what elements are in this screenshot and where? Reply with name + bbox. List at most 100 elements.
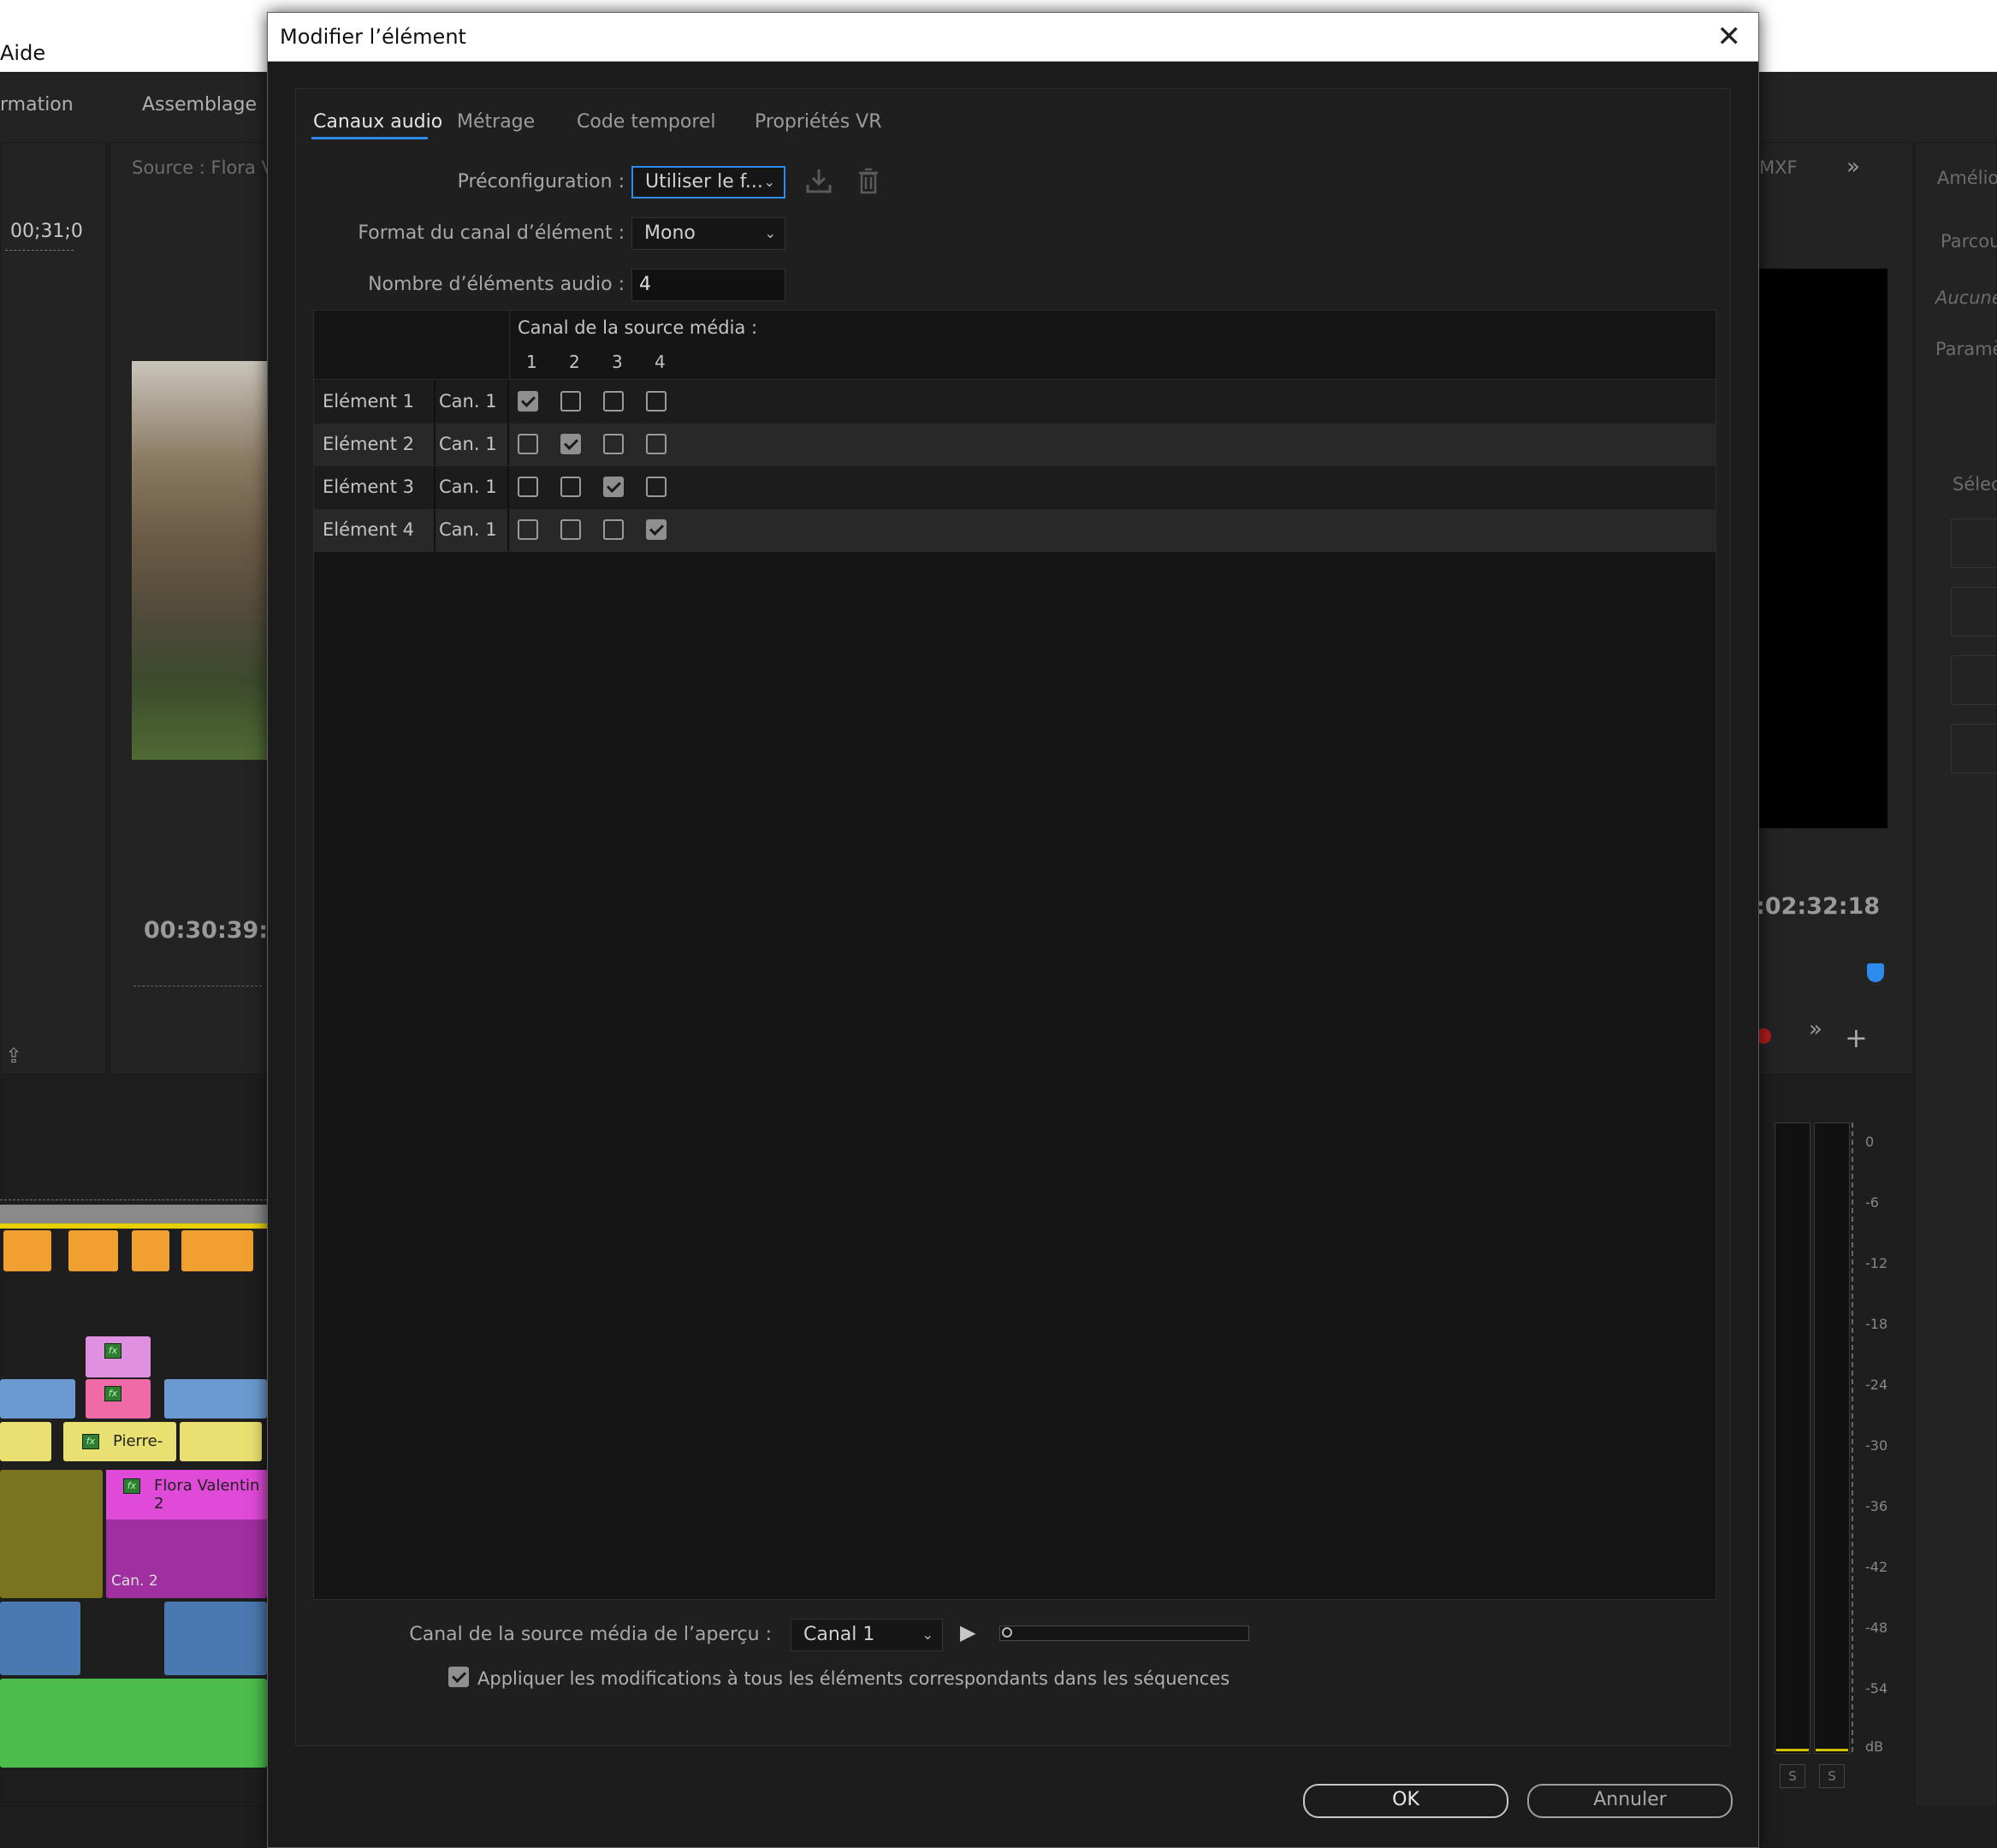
timeline-clip[interactable] bbox=[68, 1230, 118, 1271]
source-ruler bbox=[133, 970, 262, 986]
right-panel-tab[interactable]: Amélio bbox=[1937, 168, 1997, 188]
channel-checkbox[interactable] bbox=[646, 519, 667, 540]
ok-button[interactable]: OK bbox=[1303, 1784, 1508, 1818]
meter-scale-label: -54 bbox=[1865, 1680, 1888, 1697]
audio-clip[interactable] bbox=[164, 1602, 267, 1675]
channel-checkbox[interactable] bbox=[518, 434, 538, 454]
audio-clip-green[interactable] bbox=[0, 1679, 267, 1768]
clip-label: Pierre- bbox=[113, 1432, 163, 1450]
workspace-tab-assemblage[interactable]: Assemblage bbox=[142, 94, 257, 116]
meter-scale-label: -24 bbox=[1865, 1377, 1888, 1393]
save-preset-icon[interactable] bbox=[804, 166, 833, 195]
close-icon[interactable]: ✕ bbox=[1717, 20, 1742, 54]
table-row: Elément 4 Can. 1 bbox=[314, 509, 1716, 552]
right-panel-button[interactable] bbox=[1951, 518, 1997, 568]
solo-button-left[interactable]: S bbox=[1780, 1764, 1805, 1788]
export-icon[interactable]: ⇪ bbox=[5, 1044, 22, 1068]
tab-timecode[interactable]: Code temporel bbox=[577, 111, 716, 133]
channel-checkbox[interactable] bbox=[518, 477, 538, 497]
channel-checkbox[interactable] bbox=[603, 434, 624, 454]
project-panel bbox=[0, 142, 106, 1075]
delete-preset-icon[interactable] bbox=[854, 166, 883, 195]
meter-scale-label: -30 bbox=[1865, 1437, 1888, 1454]
render-bar bbox=[0, 1223, 267, 1229]
audio-clip[interactable] bbox=[0, 1470, 103, 1598]
audio-count-input[interactable]: 4 bbox=[631, 269, 785, 301]
channel-checkbox[interactable] bbox=[560, 391, 581, 412]
channel-number: 2 bbox=[569, 352, 580, 372]
channel-checkbox[interactable] bbox=[646, 477, 667, 497]
audio-clip[interactable] bbox=[0, 1602, 80, 1675]
channel-checkbox[interactable] bbox=[646, 434, 667, 454]
channel-checkbox[interactable] bbox=[518, 391, 538, 412]
element-channel: Can. 1 bbox=[429, 466, 509, 508]
channel-number: 1 bbox=[526, 352, 537, 372]
preset-dropdown[interactable]: Utiliser le f... ⌄ bbox=[631, 166, 785, 198]
channel-format-value: Mono bbox=[644, 222, 696, 244]
preview-scrubber[interactable] bbox=[999, 1626, 1249, 1641]
audio-meter-left bbox=[1775, 1122, 1810, 1754]
timeline-clip[interactable] bbox=[181, 1230, 253, 1271]
add-button-icon[interactable]: + bbox=[1845, 1022, 1868, 1054]
source-channel-header: Canal de la source média : bbox=[518, 317, 758, 338]
channel-checkbox[interactable] bbox=[603, 519, 624, 540]
fx-icon: fx bbox=[104, 1343, 121, 1359]
fx-icon: fx bbox=[82, 1434, 99, 1449]
tab-vr-properties[interactable]: Propriétés VR bbox=[755, 111, 882, 133]
right-panel-params: Paramè bbox=[1935, 339, 1997, 359]
program-video-frame bbox=[1759, 269, 1887, 828]
right-panel-button[interactable] bbox=[1951, 655, 1997, 705]
tab-audio-channels[interactable]: Canaux audio bbox=[313, 111, 442, 133]
play-icon[interactable]: ▶ bbox=[960, 1620, 975, 1644]
chevron-down-icon: ⌄ bbox=[764, 225, 776, 241]
scrubber-handle[interactable] bbox=[1002, 1627, 1012, 1638]
preset-label: Préconfiguration : bbox=[457, 171, 625, 192]
panel-overflow-icon[interactable]: » bbox=[1846, 154, 1860, 180]
solo-button-right[interactable]: S bbox=[1819, 1764, 1845, 1788]
channel-checkbox[interactable] bbox=[518, 519, 538, 540]
timeline-clip[interactable] bbox=[180, 1422, 262, 1461]
more-controls-icon[interactable]: » bbox=[1809, 1016, 1822, 1042]
channel-format-dropdown[interactable]: Mono ⌄ bbox=[631, 217, 785, 250]
timeline-clip-pierre[interactable]: fx Pierre- bbox=[63, 1422, 176, 1461]
channel-checkbox[interactable] bbox=[603, 391, 624, 412]
meter-scale-label: 0 bbox=[1865, 1134, 1875, 1150]
active-tab-indicator bbox=[311, 137, 428, 139]
source-timecode: 00:30:39:0 bbox=[144, 917, 284, 944]
menu-help[interactable]: Aide bbox=[0, 41, 45, 65]
meter-scale-label: -48 bbox=[1865, 1620, 1888, 1636]
audio-count-label: Nombre d’éléments audio : bbox=[368, 274, 625, 295]
preview-channel-dropdown[interactable]: Canal 1 ⌄ bbox=[791, 1619, 943, 1651]
right-panel-button[interactable] bbox=[1951, 587, 1997, 637]
timeline-clip[interactable] bbox=[132, 1230, 169, 1271]
essential-sound-panel bbox=[1915, 142, 1997, 1807]
element-channel: Can. 1 bbox=[429, 509, 509, 551]
channel-checkbox[interactable] bbox=[560, 519, 581, 540]
channel-checkbox[interactable] bbox=[603, 477, 624, 497]
timeline-clip[interactable] bbox=[3, 1230, 51, 1271]
modify-clip-dialog: Modifier l’élément ✕ Canaux audio Métrag… bbox=[267, 12, 1759, 1848]
apply-all-checkbox[interactable] bbox=[448, 1667, 469, 1687]
channel-checkbox[interactable] bbox=[646, 391, 667, 412]
audio-clip-flora[interactable]: fx Flora Valentin 2 Can. 2 bbox=[106, 1470, 267, 1598]
meter-scale-label: -36 bbox=[1865, 1498, 1888, 1514]
timeline-clip[interactable] bbox=[164, 1379, 267, 1419]
timeline-clip[interactable] bbox=[0, 1379, 75, 1419]
workspace-tab-formation[interactable]: rmation bbox=[0, 94, 74, 116]
right-panel-button[interactable] bbox=[1951, 724, 1997, 773]
right-panel-label: Parcou bbox=[1941, 231, 1997, 252]
table-row: Elément 2 Can. 1 bbox=[314, 424, 1716, 466]
cancel-button[interactable]: Annuler bbox=[1527, 1784, 1733, 1818]
tab-metrage[interactable]: Métrage bbox=[457, 111, 535, 133]
element-name: Elément 2 bbox=[314, 424, 436, 465]
timeline-clip[interactable]: fx bbox=[86, 1336, 151, 1377]
timeline-clip[interactable]: fx bbox=[86, 1379, 151, 1419]
apply-all-label: Appliquer les modifications à tous les é… bbox=[477, 1668, 1230, 1689]
channel-checkbox[interactable] bbox=[560, 434, 581, 454]
channel-checkbox[interactable] bbox=[560, 477, 581, 497]
playhead-icon[interactable] bbox=[1867, 963, 1884, 982]
timeline-clip[interactable] bbox=[0, 1422, 51, 1461]
channel-mapping-table: Canal de la source média : 1 2 3 4 Eléme… bbox=[313, 310, 1716, 1600]
meter-level-left bbox=[1776, 1749, 1809, 1751]
right-panel-select: Sélec bbox=[1953, 474, 1997, 495]
